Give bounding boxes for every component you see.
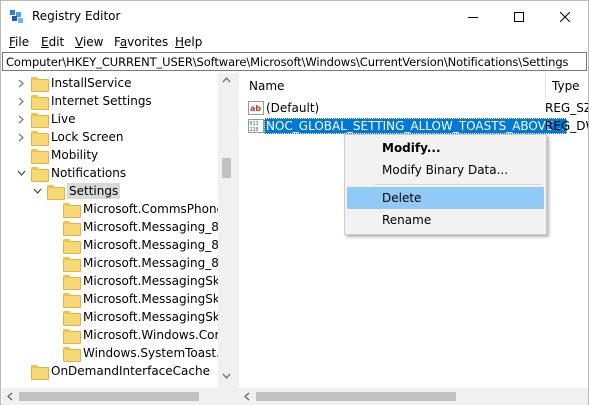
svg-text:ab: ab <box>250 104 261 113</box>
folder-icon <box>63 202 81 218</box>
menu-help[interactable]: Help <box>175 35 202 49</box>
value-row-default[interactable]: ab (Default) REG_SZ <box>239 99 588 117</box>
folder-icon <box>31 166 49 182</box>
value-type: REG_DW <box>545 119 588 133</box>
scroll-left-arrow-icon[interactable] <box>244 392 250 401</box>
menu-file[interactable]: File <box>9 35 29 49</box>
tree-vertical-scrollbar[interactable] <box>218 73 235 388</box>
folder-icon <box>31 148 49 164</box>
tree-item-mobility[interactable]: Mobility <box>31 146 98 164</box>
value-type: REG_SZ <box>545 101 588 115</box>
context-menu-modify[interactable]: Modify... <box>347 137 544 159</box>
scrollbar-thumb[interactable] <box>19 392 199 401</box>
folder-icon <box>31 364 49 380</box>
column-header-name[interactable]: Name <box>249 73 539 98</box>
menu-bar: File Edit View Favorites Help <box>1 32 588 52</box>
context-menu: Modify... Modify Binary Data... Delete R… <box>344 134 547 235</box>
minimize-icon <box>468 16 478 18</box>
context-menu-separator <box>375 184 542 185</box>
context-menu-delete[interactable]: Delete <box>347 187 544 209</box>
tree-item-ondemandinterfacecache[interactable]: OnDemandInterfaceCache <box>31 362 210 380</box>
key-tree-pane: InstallService Internet Settings Live Lo… <box>2 73 235 405</box>
tree-item-subkey[interactable]: Windows.SystemToast.Mo <box>63 344 234 362</box>
scroll-down-arrow-icon[interactable] <box>222 373 231 379</box>
folder-icon <box>31 94 49 110</box>
tree-item-subkey[interactable]: Microsoft.MessagingSkyp <box>63 272 234 290</box>
value-name: (Default) <box>266 101 320 115</box>
menu-favorites[interactable]: Favorites <box>114 35 168 49</box>
close-icon <box>560 11 570 22</box>
scrollbar-thumb[interactable] <box>256 392 456 401</box>
tree-item-installservice[interactable]: InstallService <box>16 74 131 92</box>
close-button[interactable] <box>542 1 588 32</box>
tree-item-live[interactable]: Live <box>16 110 76 128</box>
tree-item-subkey[interactable]: Microsoft.Messaging_8we <box>63 236 234 254</box>
tree-item-subkey[interactable]: Microsoft.Windows.Corta <box>63 326 232 344</box>
menu-edit[interactable]: Edit <box>41 35 64 49</box>
minimize-button[interactable] <box>450 1 496 32</box>
title-bar[interactable]: Registry Editor <box>1 1 588 32</box>
address-bar[interactable]: Computer\HKEY_CURRENT_USER\Software\Micr… <box>2 52 587 71</box>
context-menu-modify-binary-data[interactable]: Modify Binary Data... <box>347 159 544 181</box>
chevron-down-icon[interactable] <box>16 168 26 178</box>
folder-icon <box>63 310 81 326</box>
folder-icon <box>63 274 81 290</box>
folder-icon <box>31 112 49 128</box>
folder-icon <box>63 328 81 344</box>
column-header-type[interactable]: Type <box>545 73 588 98</box>
tree-item-subkey[interactable]: Microsoft.CommsPhone_ <box>63 200 230 218</box>
folder-icon <box>63 292 81 308</box>
registry-editor-app-icon <box>10 10 23 23</box>
registry-editor-window: Registry Editor File Edit View Favorites… <box>0 0 589 405</box>
scrollbar-thumb[interactable] <box>222 158 231 178</box>
window-title: Registry Editor <box>32 9 121 23</box>
tree-item-subkey[interactable]: Microsoft.Messaging_8we <box>63 254 234 272</box>
folder-icon <box>63 256 81 272</box>
tree-item-subkey[interactable]: Microsoft.MessagingSkyp <box>63 290 234 308</box>
chevron-right-icon[interactable] <box>16 114 26 124</box>
folder-icon <box>31 130 49 146</box>
tree-item-settings[interactable]: Settings <box>32 182 121 200</box>
value-row-noc-global-setting[interactable]: 011 110 NOC_GLOBAL_SETTING_ALLOW_TOASTS_… <box>239 117 588 135</box>
tree-item-internet-settings[interactable]: Internet Settings <box>16 92 152 110</box>
string-value-icon: ab <box>248 101 264 115</box>
chevron-right-icon[interactable] <box>16 96 26 106</box>
folder-icon <box>31 76 49 92</box>
maximize-button[interactable] <box>496 1 542 32</box>
maximize-icon <box>514 11 524 22</box>
value-name: NOC_GLOBAL_SETTING_ALLOW_TOASTS_ABOVE... <box>264 118 567 134</box>
chevron-down-icon[interactable] <box>32 186 42 196</box>
scroll-left-arrow-icon[interactable] <box>7 392 13 401</box>
svg-text:110: 110 <box>250 127 259 133</box>
folder-open-icon <box>47 184 65 200</box>
folder-icon <box>63 220 81 236</box>
chevron-right-icon[interactable] <box>16 78 26 88</box>
tree-horizontal-scrollbar[interactable] <box>2 388 235 405</box>
menu-view[interactable]: View <box>75 35 103 49</box>
tree-item-subkey[interactable]: Microsoft.MessagingSkyp <box>63 308 234 326</box>
tree-item-notifications[interactable]: Notifications <box>16 164 126 182</box>
binary-value-icon: 011 110 <box>248 119 264 133</box>
list-horizontal-scrollbar[interactable] <box>239 388 588 405</box>
tree-item-subkey[interactable]: Microsoft.Messaging_8we <box>63 218 234 236</box>
address-path: Computer\HKEY_CURRENT_USER\Software\Micr… <box>6 55 569 69</box>
context-menu-rename[interactable]: Rename <box>347 209 544 231</box>
folder-icon <box>63 346 81 362</box>
tree-item-lock-screen[interactable]: Lock Screen <box>16 128 123 146</box>
folder-icon <box>63 238 81 254</box>
scroll-up-arrow-icon[interactable] <box>222 77 231 83</box>
chevron-right-icon[interactable] <box>16 132 26 142</box>
